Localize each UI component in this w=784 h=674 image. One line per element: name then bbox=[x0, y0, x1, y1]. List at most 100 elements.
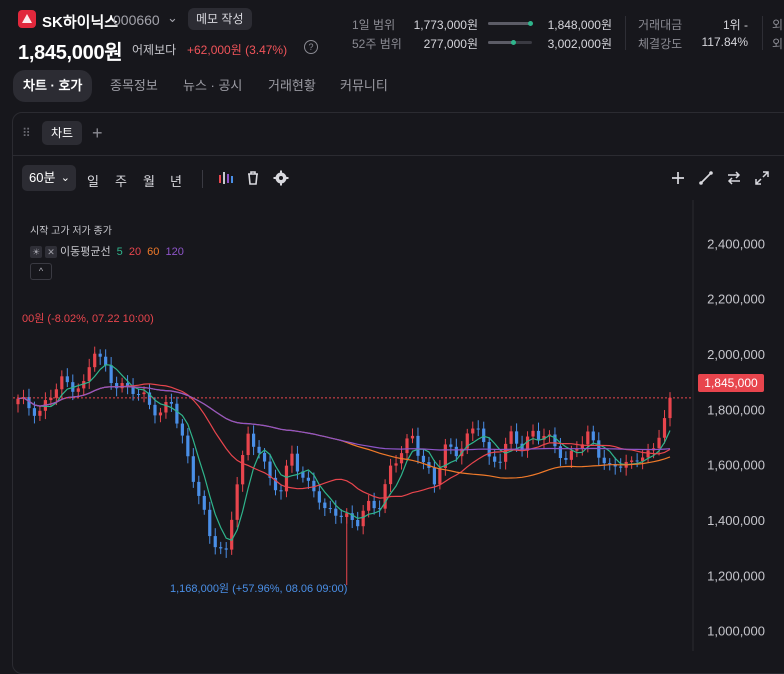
ma-label: 이동평균선 bbox=[60, 246, 111, 258]
candle-body bbox=[76, 388, 80, 392]
range-low: 277,000원 bbox=[423, 37, 478, 51]
candle-body bbox=[416, 435, 420, 456]
range-high: 3,002,000원 bbox=[547, 37, 612, 51]
chevron-down-icon: ⌄ bbox=[60, 172, 70, 184]
period-year[interactable]: 년 bbox=[170, 171, 182, 190]
candle-body bbox=[476, 428, 480, 430]
tab-community[interactable]: 커뮤니티 bbox=[330, 70, 398, 102]
candle-body bbox=[410, 435, 415, 439]
range-high: 1,848,000원 bbox=[547, 18, 612, 32]
memo-button[interactable]: 메모 작성 bbox=[188, 8, 252, 30]
close-icon[interactable]: ✕ bbox=[45, 246, 57, 259]
settings-icon[interactable] bbox=[272, 169, 290, 187]
stat-label-cut: 외 bbox=[772, 37, 784, 51]
candle-body bbox=[493, 456, 497, 462]
candle-body bbox=[482, 428, 486, 443]
candles bbox=[16, 346, 672, 586]
candle-body bbox=[153, 404, 157, 416]
tab-stock-info[interactable]: 종목정보 bbox=[100, 70, 168, 102]
stock-name[interactable]: SK하이닉스 bbox=[42, 11, 118, 32]
tab-trading[interactable]: 거래현황 bbox=[258, 70, 326, 102]
candle-body bbox=[553, 434, 557, 447]
chevron-down-icon[interactable]: ⌄ bbox=[167, 10, 178, 26]
candle-body bbox=[317, 491, 321, 503]
compare-arrows-icon[interactable] bbox=[725, 169, 743, 187]
candle-body bbox=[432, 467, 437, 485]
candle-body bbox=[569, 450, 573, 460]
y-tick-label: 1,400,000 bbox=[707, 513, 765, 528]
stat-label-cut: 외 bbox=[772, 18, 784, 32]
candle-body bbox=[32, 408, 37, 416]
stat-value: 1위 - bbox=[722, 18, 748, 32]
low-annotation: 1,168,000원 (+57.96%, 08.06 09:00) bbox=[170, 583, 348, 595]
candle-body bbox=[361, 510, 365, 527]
candle-body bbox=[120, 383, 124, 389]
y-tick-label: 2,000,000 bbox=[707, 347, 765, 362]
draw-line-icon[interactable] bbox=[697, 169, 715, 187]
stock-logo-icon bbox=[18, 10, 36, 28]
candle-body bbox=[202, 495, 206, 510]
indicator-bars-icon[interactable] bbox=[217, 169, 235, 187]
period-month[interactable]: 월 bbox=[143, 171, 155, 190]
candle-body bbox=[104, 356, 108, 366]
candle-body bbox=[180, 423, 184, 436]
candle-body bbox=[372, 500, 376, 509]
visibility-icon[interactable]: ☀ bbox=[30, 246, 42, 259]
candle-body bbox=[241, 455, 245, 485]
stat-label: 체결강도 bbox=[638, 37, 683, 51]
candle-body bbox=[16, 398, 20, 405]
candle-body bbox=[564, 458, 568, 460]
price-chart[interactable]: 2,400,000 2,200,000 2,000,000 1,800,000 1,60… bbox=[13, 200, 784, 651]
y-tick-label: 1,000,000 bbox=[707, 624, 765, 639]
divider bbox=[625, 16, 626, 50]
candle-body bbox=[306, 477, 310, 481]
candle-body bbox=[224, 548, 228, 550]
candle-body bbox=[257, 446, 261, 453]
trash-icon[interactable] bbox=[244, 169, 262, 187]
high-annotation: 00원 (-8.02%, 07.22 10:00) bbox=[22, 313, 154, 325]
period-week[interactable]: 주 bbox=[115, 171, 127, 190]
ma-line-120 bbox=[17, 386, 671, 451]
drag-handle-icon[interactable]: ⠿ bbox=[22, 126, 31, 140]
candle-body bbox=[531, 430, 535, 437]
candle-body bbox=[191, 456, 195, 482]
tab-news[interactable]: 뉴스 · 공시 bbox=[173, 70, 252, 102]
ma-period-5: 5 bbox=[116, 246, 123, 258]
tab-chart-orderbook[interactable]: 차트 · 호가 bbox=[13, 70, 93, 102]
crosshair-plus-icon[interactable] bbox=[669, 169, 687, 187]
candle-body bbox=[98, 353, 102, 357]
candle-body bbox=[279, 490, 283, 492]
candle-body bbox=[109, 365, 113, 384]
candle-body bbox=[662, 418, 667, 438]
candle-body bbox=[449, 444, 453, 447]
candle-body bbox=[509, 431, 513, 444]
y-tick-label: 1,200,000 bbox=[707, 568, 765, 583]
candle-body bbox=[158, 412, 163, 416]
chart-panel-tabbar bbox=[13, 113, 784, 156]
candle-body bbox=[136, 393, 141, 395]
candle-body bbox=[334, 508, 338, 516]
ma-legend: ☀ ✕ 이동평균선 5 20 60 120 bbox=[30, 243, 184, 259]
candle-body bbox=[339, 515, 343, 517]
candle-body bbox=[657, 437, 661, 449]
candle-body bbox=[498, 461, 502, 463]
ohlc-legend: 시작 고가 저가 종가 bbox=[30, 226, 112, 237]
toolbar-divider bbox=[202, 170, 203, 188]
expand-icon[interactable] bbox=[753, 169, 771, 187]
y-tick-label: 2,400,000 bbox=[707, 236, 765, 251]
candle-body bbox=[454, 446, 458, 457]
interval-select[interactable]: 60분 ⌄ bbox=[22, 165, 76, 191]
info-icon[interactable]: ? bbox=[304, 40, 318, 54]
candle-body bbox=[388, 465, 393, 485]
y-tick-label: 1,600,000 bbox=[707, 458, 765, 473]
period-day[interactable]: 일 bbox=[87, 171, 99, 190]
tab-chart[interactable]: 차트 bbox=[42, 121, 82, 145]
divider bbox=[762, 16, 763, 50]
candle-body bbox=[421, 455, 426, 463]
candle-body bbox=[219, 547, 223, 549]
add-tab-icon[interactable]: + bbox=[92, 122, 103, 144]
candle-body bbox=[87, 367, 91, 382]
candle-body bbox=[290, 453, 294, 466]
stock-code: 000660 bbox=[113, 12, 160, 28]
collapse-button[interactable]: ^ bbox=[30, 263, 52, 280]
